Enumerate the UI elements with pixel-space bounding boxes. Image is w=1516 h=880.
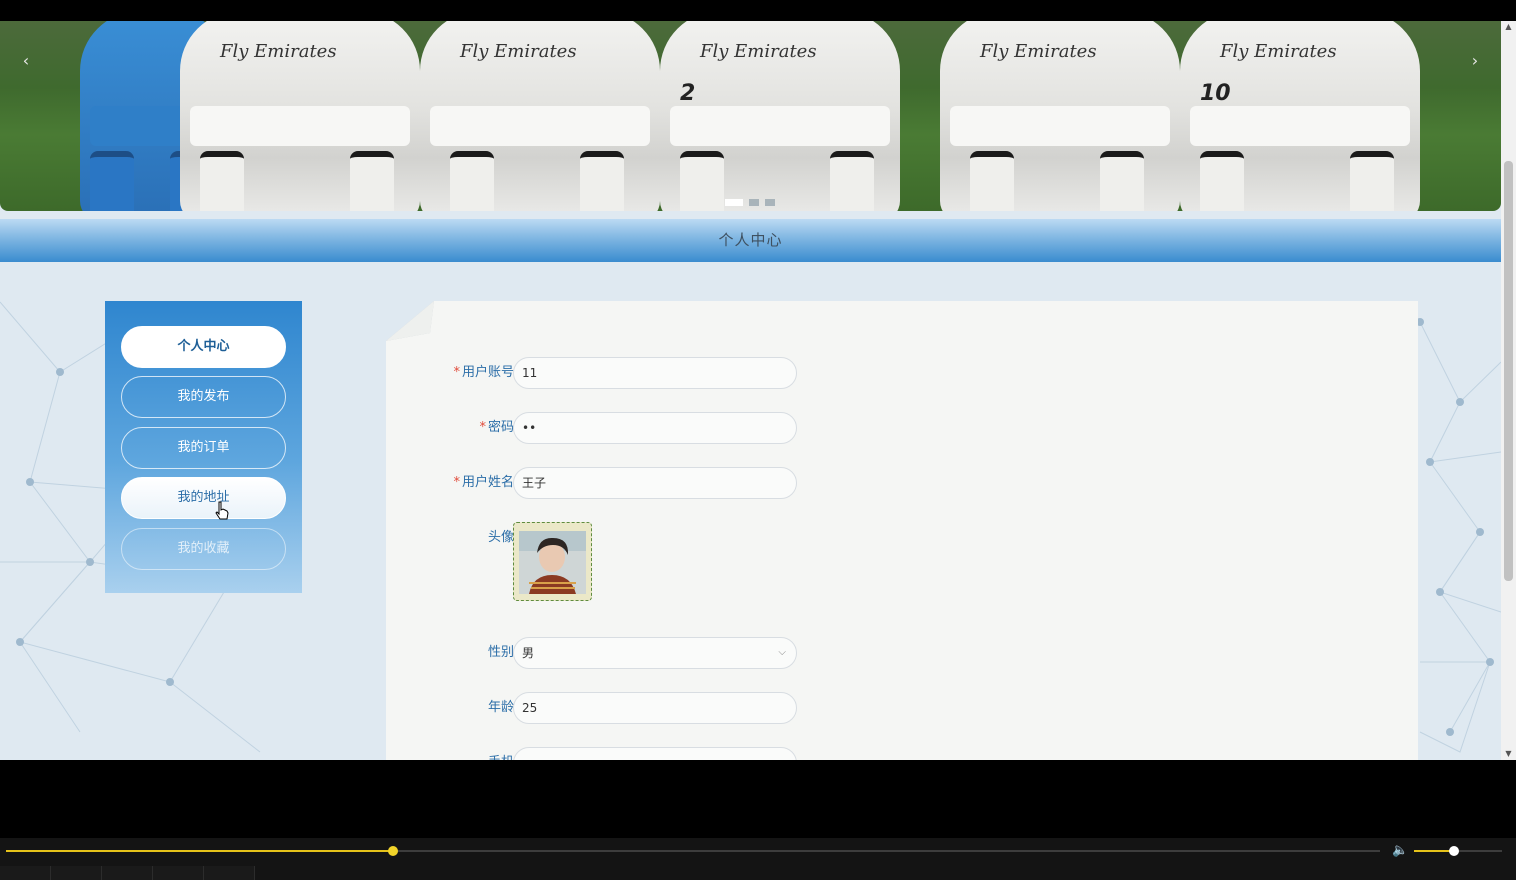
- volume-handle[interactable]: [1448, 846, 1459, 856]
- volume-slider[interactable]: [1414, 846, 1502, 856]
- seek-bar[interactable]: [6, 846, 1380, 856]
- sidebar-item-my-favorites[interactable]: 我的收藏: [121, 528, 286, 570]
- avatar-upload[interactable]: [513, 522, 592, 601]
- banner-player-5: Fly Emirates 10: [1180, 21, 1420, 211]
- form-row-age: 年龄 25: [386, 692, 806, 724]
- page-corner-fold-icon: [386, 301, 434, 341]
- scrollbar-thumb[interactable]: [1504, 161, 1513, 581]
- player-tab-2[interactable]: [51, 866, 102, 880]
- form-row-phone: 手机: [386, 747, 806, 760]
- scroll-up-arrow-icon[interactable]: ▲: [1501, 21, 1516, 33]
- volume-level: [1414, 850, 1454, 852]
- gender-value: 男: [522, 646, 535, 660]
- sidebar-item-my-posts[interactable]: 我的发布: [121, 376, 286, 418]
- player-tab-1[interactable]: [0, 866, 51, 880]
- avatar-label: 头像: [487, 530, 514, 545]
- seek-handle[interactable]: [388, 846, 399, 856]
- hand-cursor-icon: [215, 501, 229, 520]
- profile-form-card: * 用户账号 11 * 密码 •• * 用户姓名 王子 头像 性别 男 ⌵ 年龄…: [386, 301, 1418, 760]
- browser-viewport: Fly Emirates Fly Emirates Fly Emirates 2…: [0, 21, 1501, 760]
- sidebar-item-my-orders[interactable]: 我的订单: [121, 427, 286, 469]
- account-input[interactable]: 11: [513, 357, 797, 389]
- gender-select[interactable]: 男 ⌵: [513, 637, 797, 669]
- player-tab-3[interactable]: [102, 866, 153, 880]
- password-input[interactable]: ••: [513, 412, 797, 444]
- sidebar-item-my-address[interactable]: 我的地址: [121, 477, 286, 519]
- age-input[interactable]: 25: [513, 692, 797, 724]
- chevron-down-icon: ⌵: [778, 647, 786, 658]
- top-black-bar: [0, 0, 1516, 21]
- avatar: [519, 531, 586, 594]
- banner-player-1: Fly Emirates: [180, 21, 420, 211]
- form-row-password: * 密码 ••: [386, 412, 806, 444]
- sidebar-item-user-center[interactable]: 个人中心: [121, 326, 286, 368]
- banner-player-2: Fly Emirates: [420, 21, 660, 211]
- user-center-sidebar: 个人中心 我的发布 我的订单 我的地址 我的收藏: [105, 301, 302, 593]
- carousel-dot-2[interactable]: [749, 199, 759, 206]
- banner-player-4: Fly Emirates: [940, 21, 1180, 211]
- account-label: * 用户账号: [453, 365, 514, 380]
- phone-label: 手机: [488, 747, 514, 760]
- form-row-avatar: 头像: [386, 522, 806, 602]
- player-bottom-tabs: [0, 866, 255, 880]
- carousel-next-arrow[interactable]: ›: [1455, 41, 1495, 81]
- carousel-prev-arrow[interactable]: ‹: [6, 41, 46, 81]
- banner-player-3: Fly Emirates 2: [660, 21, 900, 211]
- form-row-account: * 用户账号 11: [386, 357, 806, 389]
- carousel-dot-1[interactable]: [725, 199, 743, 206]
- gender-label: 性别: [487, 645, 514, 660]
- seek-progress: [6, 850, 394, 852]
- form-row-gender: 性别 男 ⌵: [386, 637, 806, 669]
- name-label: * 用户姓名: [453, 475, 514, 490]
- form-row-name: * 用户姓名 王子: [386, 467, 806, 499]
- phone-input[interactable]: [513, 747, 797, 760]
- scroll-down-arrow-icon[interactable]: ▼: [1501, 748, 1516, 760]
- age-label: 年龄: [487, 700, 514, 715]
- carousel-dot-3[interactable]: [765, 199, 775, 206]
- banner-carousel: Fly Emirates Fly Emirates Fly Emirates 2…: [0, 21, 1501, 211]
- volume-icon[interactable]: 🔈: [1392, 843, 1408, 859]
- player-tab-5[interactable]: [204, 866, 255, 880]
- player-tab-4[interactable]: [153, 866, 204, 880]
- carousel-indicators: [725, 199, 775, 206]
- page-scrollbar[interactable]: ▲ ▼: [1501, 21, 1516, 760]
- password-label: * 密码: [479, 420, 514, 435]
- page-title: 个人中心: [0, 219, 1501, 262]
- name-input[interactable]: 王子: [513, 467, 797, 499]
- video-player-controls: 🔈: [0, 838, 1516, 880]
